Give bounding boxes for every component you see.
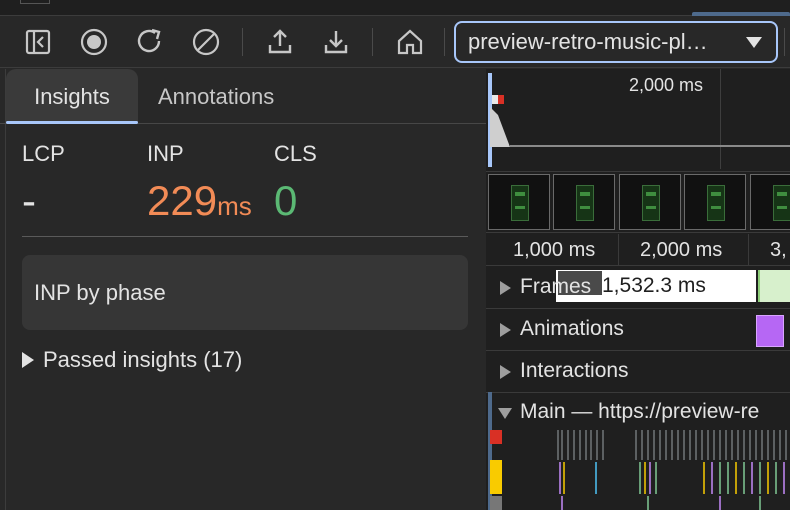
- download-icon: [324, 31, 348, 54]
- lcp-label: LCP: [22, 141, 65, 166]
- sidebar-tabs: Insights Annotations: [0, 69, 486, 124]
- lcp-value: -: [22, 177, 36, 224]
- network-activity-line: [510, 145, 790, 147]
- expand-triangle-icon[interactable]: [500, 281, 511, 295]
- cpu-activity-graph: [490, 107, 510, 147]
- track-frames[interactable]: 1,532.3 ms Frames: [486, 267, 790, 309]
- ruler-tick: [618, 234, 619, 266]
- tab-edge: [20, 0, 50, 4]
- reload-record-icon: [137, 28, 161, 53]
- upload-icon: [268, 29, 292, 54]
- track-animations-label: Animations: [520, 317, 624, 340]
- inp-value-group: 229ms: [147, 177, 252, 225]
- inp-label: INP: [147, 141, 184, 166]
- clear-icon: [192, 28, 220, 56]
- cls-label: CLS: [274, 141, 317, 166]
- home-icon: [397, 29, 423, 55]
- phone-thumbnail: [642, 185, 660, 221]
- phone-thumbnail: [773, 185, 790, 221]
- marker-flag-icon: [492, 95, 504, 104]
- home-button[interactable]: [394, 26, 426, 58]
- toolbar-separator: [444, 28, 445, 56]
- load-profile-button[interactable]: [264, 26, 296, 58]
- ruler-label: 1,000 ms: [513, 239, 596, 261]
- phone-thumbnail: [511, 185, 529, 221]
- recording-url-select[interactable]: preview-retro-music-pl…: [454, 21, 778, 63]
- save-profile-button[interactable]: [320, 26, 352, 58]
- tab-insights[interactable]: Insights: [6, 69, 138, 124]
- recording-url-text: preview-retro-music-pl…: [468, 29, 708, 54]
- tab-annotations[interactable]: Annotations: [158, 69, 274, 124]
- ruler-tick: [748, 234, 749, 266]
- ruler-label: 3,: [770, 239, 787, 261]
- toggle-sidebar-button[interactable]: [22, 26, 54, 58]
- phone-thumbnail: [707, 185, 725, 221]
- chevron-down-icon: [746, 37, 762, 48]
- timeline-overview[interactable]: 2,000 ms: [486, 69, 790, 169]
- performance-toolbar: preview-retro-music-pl…: [0, 16, 790, 68]
- track-main-label: Main — https://preview-re: [520, 400, 760, 423]
- timeline-panel: 2,000 ms 1,000 ms 2,000 ms 3, 1,532.3 ms…: [486, 69, 790, 510]
- insights-sidebar: Insights Annotations LCP INP CLS - 229ms…: [0, 69, 486, 510]
- reload-record-button[interactable]: [134, 26, 166, 58]
- passed-insights-label: Passed insights (17): [43, 347, 243, 372]
- toggle-sidebar-icon: [25, 29, 51, 55]
- sidebar-edge: [5, 69, 6, 510]
- record-button[interactable]: [78, 26, 110, 58]
- overview-time-label: 2,000 ms: [629, 75, 704, 95]
- inp-by-phase-card[interactable]: INP by phase: [22, 255, 468, 330]
- frame-duration-label: 1,532.3 ms: [602, 274, 706, 297]
- toolbar-separator: [372, 28, 373, 56]
- cls-value: 0: [274, 177, 298, 224]
- screenshot-frame[interactable]: [553, 174, 615, 230]
- screenshot-frame[interactable]: [684, 174, 746, 230]
- top-tab-strip: [0, 0, 790, 16]
- track-animations[interactable]: Animations: [486, 309, 790, 351]
- overview-gridline: [720, 69, 721, 169]
- screenshot-frame[interactable]: [619, 174, 681, 230]
- track-interactions-label: Interactions: [520, 359, 629, 382]
- screenshot-filmstrip: [486, 171, 790, 233]
- main-thread-flame-chart[interactable]: [490, 430, 790, 510]
- track-main[interactable]: Main — https://preview-re: [486, 392, 790, 510]
- toolbar-separator: [242, 28, 243, 56]
- record-icon: [80, 28, 108, 56]
- frame-bar[interactable]: [758, 270, 790, 302]
- inp-value: 229: [147, 177, 218, 224]
- screenshot-frame[interactable]: [488, 174, 550, 230]
- clear-button[interactable]: [190, 26, 222, 58]
- phone-thumbnail: [576, 185, 594, 221]
- expand-triangle-icon[interactable]: [500, 323, 511, 337]
- passed-insights-toggle[interactable]: Passed insights (17): [22, 347, 242, 373]
- animation-event[interactable]: [756, 315, 784, 347]
- inp-unit: ms: [217, 191, 252, 221]
- track-frames-label: Frames: [520, 275, 592, 298]
- track-interactions[interactable]: Interactions: [486, 351, 790, 393]
- collapse-triangle-icon[interactable]: [498, 408, 512, 419]
- expand-triangle-icon[interactable]: [500, 365, 511, 379]
- toolbar-separator: [784, 28, 785, 56]
- expand-triangle-icon: [22, 352, 34, 368]
- metrics-divider: [22, 236, 468, 237]
- track-main-header[interactable]: Main — https://preview-re: [486, 392, 790, 434]
- screenshot-frame[interactable]: [750, 174, 790, 230]
- time-ruler: 1,000 ms 2,000 ms 3,: [486, 234, 790, 266]
- ruler-label: 2,000 ms: [640, 239, 723, 261]
